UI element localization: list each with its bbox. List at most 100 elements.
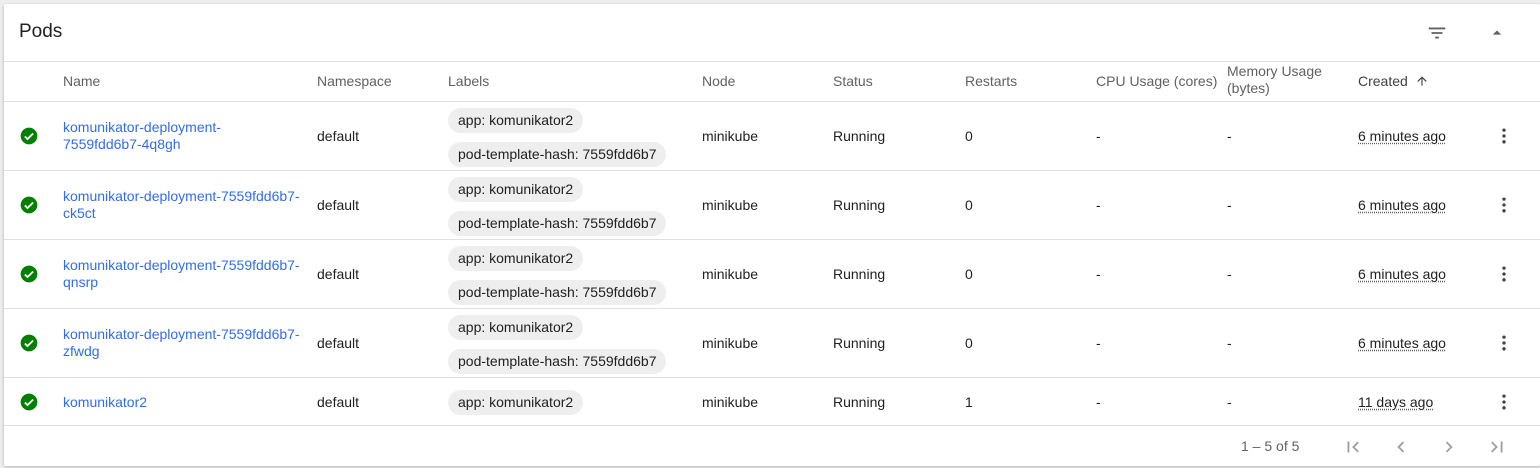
check-circle-icon (20, 127, 38, 145)
restarts-cell: 0 (965, 266, 973, 282)
pod-name-link[interactable]: komunikator-deployment- 7559fdd6b7-4q8gh (63, 119, 308, 153)
pod-name-link[interactable]: komunikator-deployment-7559fdd6b7- zfwdg (63, 326, 308, 360)
label-chip: app: komunikator2 (448, 108, 584, 133)
created-cell: 6 minutes ago (1358, 197, 1446, 213)
memory-cell: - (1227, 197, 1232, 213)
status-cell: Running (833, 197, 886, 213)
pod-name-line2: zfwdg (63, 343, 100, 359)
row-menu-button[interactable] (1492, 193, 1516, 217)
pod-name-line1: komunikator-deployment-7559fdd6b7- (63, 188, 300, 204)
filter-button[interactable] (1422, 18, 1452, 48)
pod-name-line2: 7559fdd6b7-4q8gh (63, 136, 181, 152)
pod-name-link[interactable]: komunikator-deployment-7559fdd6b7- ck5ct (63, 188, 308, 222)
namespace-cell: default (317, 128, 360, 144)
memory-cell: - (1227, 335, 1232, 351)
more-vert-icon (1502, 266, 1506, 282)
row-menu-button[interactable] (1492, 124, 1516, 148)
status-cell: Running (833, 335, 886, 351)
cpu-cell: - (1096, 197, 1101, 213)
chevron-right-icon (1445, 441, 1453, 453)
node-cell: minikube (702, 128, 759, 144)
check-circle-icon (20, 196, 38, 214)
table-row: komunikator-deployment-7559fdd6b7- zfwdg… (4, 309, 1540, 378)
column-labels: Labels (448, 73, 490, 89)
cpu-cell: - (1096, 266, 1101, 282)
pod-name-line1: komunikator-deployment- (63, 119, 221, 135)
next-page-button[interactable] (1436, 434, 1462, 460)
status-cell: Running (833, 128, 886, 144)
memory-cell: - (1227, 266, 1232, 282)
namespace-cell: default (317, 266, 360, 282)
status-cell: Running (833, 266, 886, 282)
created-cell: 6 minutes ago (1358, 128, 1446, 144)
row-menu-button[interactable] (1492, 331, 1516, 355)
column-memory-usage-line1: Memory Usage (1227, 63, 1322, 79)
first-page-icon (1347, 441, 1359, 453)
first-page-button[interactable] (1340, 434, 1366, 460)
cpu-cell: - (1096, 335, 1101, 351)
more-vert-icon (1502, 394, 1506, 410)
card-header: Pods (4, 4, 1540, 62)
label-chip: pod-template-hash: 7559fdd6b7 (448, 142, 667, 167)
arrow-upward-icon (1417, 76, 1427, 86)
pod-name-line2: qnsrp (63, 274, 99, 290)
memory-cell: - (1227, 394, 1232, 410)
namespace-cell: default (317, 335, 360, 351)
table-row: komunikator2 default app: komunikator2 m… (4, 378, 1540, 426)
label-chip: pod-template-hash: 7559fdd6b7 (448, 211, 667, 236)
label-chip: app: komunikator2 (448, 315, 584, 340)
memory-cell: - (1227, 128, 1232, 144)
table-header: Name Namespace Labels Node Status Restar… (4, 61, 1540, 102)
more-vert-icon (1502, 335, 1506, 351)
check-circle-icon (20, 265, 38, 283)
table-row: komunikator-deployment- 7559fdd6b7-4q8gh… (4, 102, 1540, 171)
label-chip: app: komunikator2 (448, 246, 584, 271)
pod-name-line1: komunikator-deployment-7559fdd6b7- (63, 326, 300, 342)
chevron-left-icon (1397, 441, 1405, 453)
pod-name-line2: ck5ct (63, 205, 96, 221)
column-memory-usage-line2: (bytes) (1227, 80, 1270, 96)
pod-name-link[interactable]: komunikator-deployment-7559fdd6b7- qnsrp (63, 257, 308, 291)
table-row: komunikator-deployment-7559fdd6b7- ck5ct… (4, 171, 1540, 240)
pod-name-line1: komunikator-deployment-7559fdd6b7- (63, 257, 300, 273)
card-title: Pods (19, 21, 63, 42)
arrow-drop-up-icon (1492, 30, 1502, 35)
created-cell: 6 minutes ago (1358, 266, 1446, 282)
restarts-cell: 0 (965, 128, 973, 144)
restarts-cell: 0 (965, 335, 973, 351)
label-chip: app: komunikator2 (448, 177, 584, 202)
column-restarts[interactable]: Restarts (965, 73, 1017, 90)
previous-page-button[interactable] (1388, 434, 1414, 460)
column-name[interactable]: Name (63, 73, 100, 90)
row-menu-button[interactable] (1492, 262, 1516, 286)
node-cell: minikube (702, 266, 759, 282)
node-cell: minikube (702, 335, 759, 351)
column-memory-usage: Memory Usage (bytes) (1227, 63, 1322, 97)
pagination-range: 1 – 5 of 5 (1241, 438, 1300, 454)
row-menu-button[interactable] (1492, 390, 1516, 414)
collapse-button[interactable] (1482, 18, 1512, 48)
restarts-cell: 0 (965, 197, 973, 213)
label-chip: app: komunikator2 (448, 390, 584, 415)
label-chip: pod-template-hash: 7559fdd6b7 (448, 280, 667, 305)
status-cell: Running (833, 394, 886, 410)
restarts-cell: 1 (965, 394, 973, 410)
column-created[interactable]: Created (1358, 73, 1429, 90)
column-status[interactable]: Status (833, 73, 873, 90)
column-node[interactable]: Node (702, 73, 735, 90)
cpu-cell: - (1096, 394, 1101, 410)
last-page-button[interactable] (1484, 434, 1510, 460)
column-created-label: Created (1358, 73, 1408, 89)
pod-name-link[interactable]: komunikator2 (63, 394, 308, 411)
check-circle-icon (20, 393, 38, 411)
column-namespace[interactable]: Namespace (317, 73, 392, 90)
created-cell: 6 minutes ago (1358, 335, 1446, 351)
table-row: komunikator-deployment-7559fdd6b7- qnsrp… (4, 240, 1540, 309)
node-cell: minikube (702, 394, 759, 410)
last-page-icon (1491, 441, 1503, 453)
more-vert-icon (1502, 197, 1506, 213)
filter-list-icon (1428, 27, 1446, 39)
pods-card: Pods Name Namespace Labels Node Status R… (4, 4, 1540, 466)
paginator: 1 – 5 of 5 (4, 426, 1540, 466)
column-cpu-usage: CPU Usage (cores) (1096, 73, 1218, 89)
